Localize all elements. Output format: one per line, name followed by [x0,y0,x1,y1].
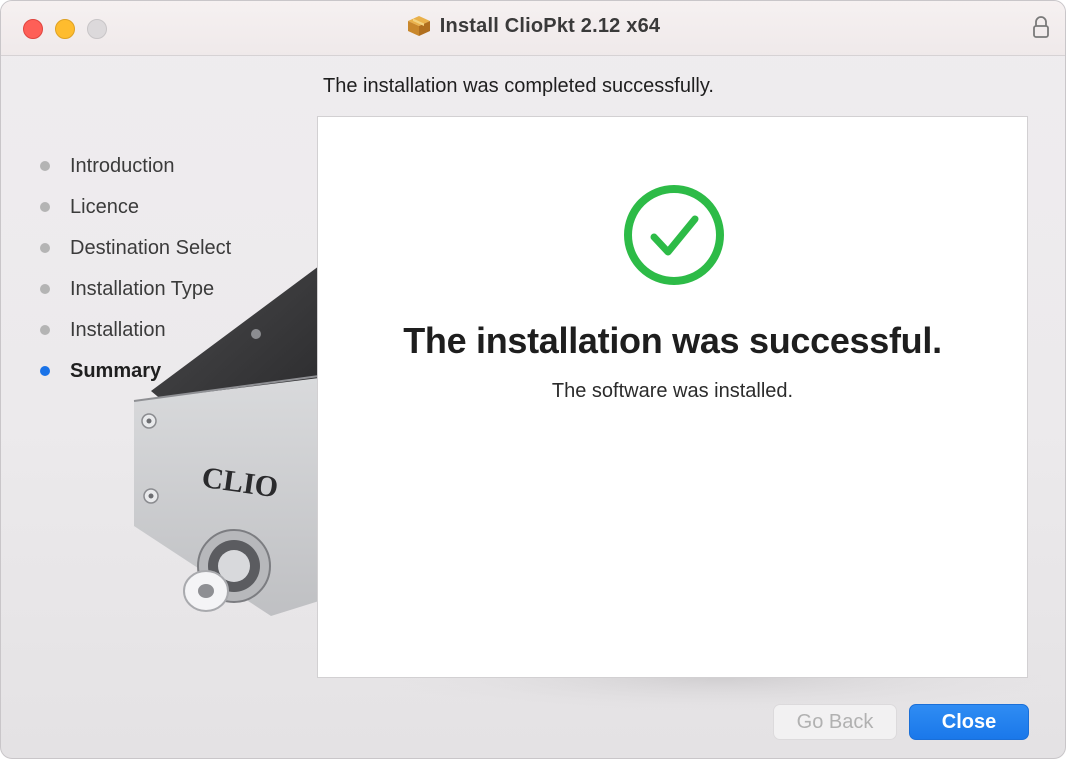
step-destination-select: Destination Select [37,231,231,272]
window-title: Install ClioPkt 2.12 x64 [439,14,661,37]
step-installation-type: Installation Type [37,272,231,313]
step-summary: Summary [37,354,231,395]
step-installation: Installation [37,313,231,354]
step-dot [40,243,50,253]
success-title: The installation was successful. [403,320,942,361]
step-licence: Licence [37,190,231,231]
content-header: The installation was completed successfu… [323,75,714,97]
lock-icon [1033,16,1049,38]
installer-window: CLIO Install ClioPkt 2.12 x64 Introducti… [0,0,1066,759]
step-dot-active [40,366,50,376]
step-dot [40,284,50,294]
close-button[interactable]: Close [909,704,1029,740]
step-dot [40,161,50,171]
step-dot [40,325,50,335]
checkmark-circle-icon [624,185,724,285]
step-introduction: Introduction [37,149,231,190]
content-panel: The installation was successful. The sof… [317,116,1028,678]
title-bar: Install ClioPkt 2.12 x64 [1,1,1065,56]
go-back-button[interactable]: Go Back [773,704,897,740]
window-title-area: Install ClioPkt 2.12 x64 [1,14,1065,44]
installer-steps: Introduction Licence Destination Select … [37,149,231,395]
success-subtitle: The software was installed. [551,380,794,402]
step-dot [40,202,50,212]
package-icon [407,16,430,36]
